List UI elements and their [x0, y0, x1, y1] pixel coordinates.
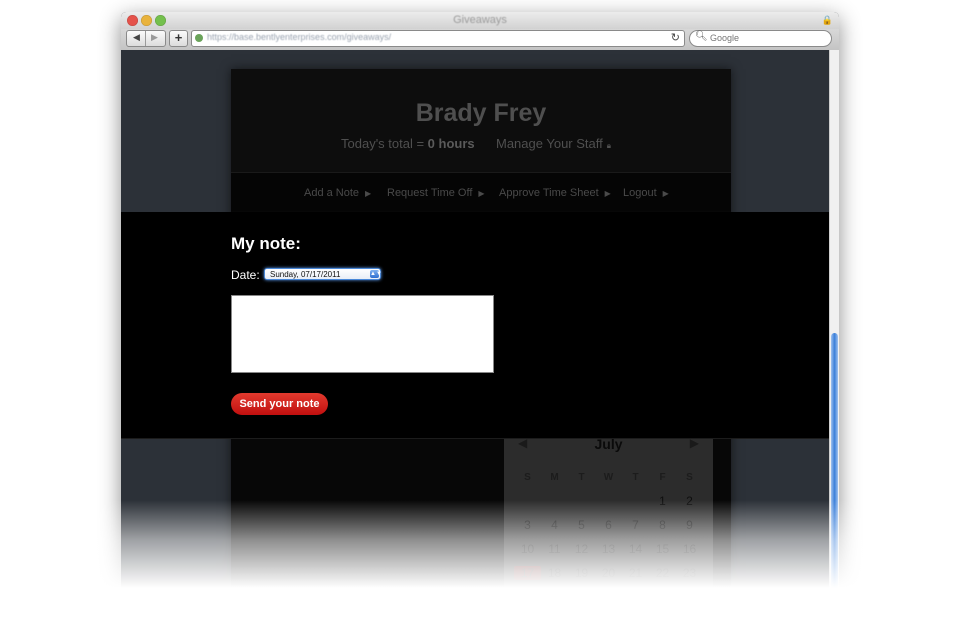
nav-logout[interactable]: Logout ▶ [623, 187, 669, 199]
calendar-day[interactable]: 5 [568, 518, 595, 532]
calendar-week-row: 10 11 12 13 14 15 16 [504, 537, 713, 561]
manage-staff-link[interactable]: Manage Your Staff 🔒︎ [496, 136, 611, 151]
calendar-day[interactable]: 21 [622, 566, 649, 580]
calendar-day[interactable]: 17 [514, 566, 541, 580]
arrow-right-icon: ▶ [365, 189, 372, 198]
send-note-button[interactable]: Send your note [231, 393, 328, 415]
calendar-day[interactable]: 12 [568, 542, 595, 556]
nav-buttons: ◀ ▶ [126, 30, 166, 47]
user-name: Brady Frey [415, 99, 547, 127]
date-select[interactable]: Sunday, 07/17/2011 ▲▼ [264, 268, 382, 280]
site-header: Brady Frey Today's total = 0 hours Manag… [231, 69, 731, 172]
calendar-day[interactable]: 6 [595, 518, 622, 532]
calendar-weekday: F [659, 471, 666, 483]
main-nav: Add a Note ▶ Request Time Off ▶ Approve Ti… [231, 172, 731, 211]
calendar-day[interactable]: 11 [541, 542, 568, 556]
arrow-right-icon: ▶ [604, 189, 611, 198]
calendar-day[interactable]: 4 [541, 518, 568, 532]
manage-staff-label[interactable]: Manage Your Staff [496, 136, 603, 151]
page-viewport: Brady Frey Today's total = 0 hours Manag… [121, 50, 829, 602]
total-value: 0 hours [427, 136, 475, 151]
calendar-day[interactable]: 2 [676, 494, 703, 508]
nav-label[interactable]: Add a Note [304, 187, 359, 199]
date-label: Date: [231, 268, 260, 282]
nav-label[interactable]: Request Time Off [387, 187, 472, 199]
calendar-weekday-row: SMTWTFS [504, 465, 713, 489]
calendar-day[interactable]: 3 [514, 518, 541, 532]
window-title: Giveaways [453, 14, 507, 26]
nav-approve-time-sheet[interactable]: Approve Time Sheet ▶ [499, 187, 611, 199]
calendar-weekday: S [524, 471, 531, 483]
note-title: My note: [231, 234, 301, 253]
calendar-widget: ◀ July ▶ S M T W T F S 1 2 3 4 5 6 7 8 9 10 11 12 13 14 15 16 1… [504, 435, 713, 595]
nav-label[interactable]: Logout [623, 187, 657, 199]
add-bookmark-button[interactable]: + [169, 30, 188, 47]
total-label: Today's total = [341, 136, 428, 151]
lock-icon: 🔒 [821, 15, 833, 25]
calendar-day[interactable]: 19 [568, 566, 595, 580]
browser-window: Giveaways 🔒 ◀ ▶ + https://base.bentlyent… [121, 12, 839, 602]
calendar-day[interactable]: 16 [676, 542, 703, 556]
stepper-arrows-icon[interactable]: ▲▼ [370, 270, 382, 278]
calendar-weekday: T [632, 471, 639, 483]
reload-icon[interactable]: ↻ [671, 31, 680, 44]
nav-request-time-off[interactable]: Request Time Off ▶ [387, 187, 485, 199]
calendar-day[interactable]: 15 [649, 542, 676, 556]
calendar-day[interactable]: 7 [622, 518, 649, 532]
calendar-day[interactable]: 8 [649, 518, 676, 532]
calendar-day[interactable]: 13 [595, 542, 622, 556]
arrow-right-icon: ▶ [662, 189, 669, 198]
calendar-day[interactable]: 1 [649, 494, 676, 508]
calendar-week-row: 12 [504, 489, 713, 513]
calendar-weekday: S [686, 471, 693, 483]
calendar-day[interactable]: 9 [676, 518, 703, 532]
calendar-week-row: 17 18 19 20 21 22 23 [504, 561, 713, 585]
todays-total: Today's total = 0 hours [341, 136, 475, 151]
nav-label[interactable]: Approve Time Sheet [499, 187, 599, 199]
scroll-thumb[interactable] [831, 333, 838, 602]
site-icon [195, 34, 203, 42]
title-bar: Giveaways 🔒 [121, 12, 839, 29]
address-bar[interactable]: https://base.bentlyenterprises.com/givea… [191, 30, 685, 47]
search-field[interactable]: 🔍︎ Google [689, 30, 832, 47]
note-panel: My note: Date: Sunday, 07/17/2011 ▲▼ Sen… [121, 212, 829, 439]
note-textarea[interactable] [231, 295, 494, 373]
calendar-week-row: 3456789 [504, 513, 713, 537]
divider [145, 31, 146, 46]
calendar-weekday: W [603, 471, 614, 483]
plus-icon: + [174, 30, 183, 45]
calendar-day[interactable]: 10 [514, 542, 541, 556]
arrow-right-icon: ▶ [478, 189, 485, 198]
forward-arrow-icon[interactable]: ▶ [151, 32, 158, 43]
calendar-weekday: T [578, 471, 585, 483]
calendar-day[interactable]: 20 [595, 566, 622, 580]
nav-add-note[interactable]: Add a Note ▶ [304, 187, 371, 199]
date-value[interactable]: Sunday, 07/17/2011 [270, 270, 340, 279]
url-text[interactable]: https://base.bentlyenterprises.com/givea… [207, 32, 391, 42]
back-arrow-icon[interactable]: ◀ [133, 32, 140, 43]
vertical-scrollbar[interactable] [829, 50, 839, 602]
calendar-day[interactable]: 14 [622, 542, 649, 556]
calendar-grid: S M T W T F S 1 2 3 4 5 6 7 8 9 10 11 12 13 14 15 16 17 18 19 20 21… [504, 465, 713, 585]
calendar-day[interactable]: 23 [676, 566, 703, 580]
search-placeholder: Google [710, 33, 740, 43]
calendar-day[interactable]: 22 [649, 566, 676, 580]
calendar-weekday: M [550, 471, 559, 483]
search-icon: 🔍︎ [695, 31, 708, 42]
calendar-day[interactable]: 18 [541, 566, 568, 580]
lock-icon: 🔒︎ [606, 141, 612, 150]
